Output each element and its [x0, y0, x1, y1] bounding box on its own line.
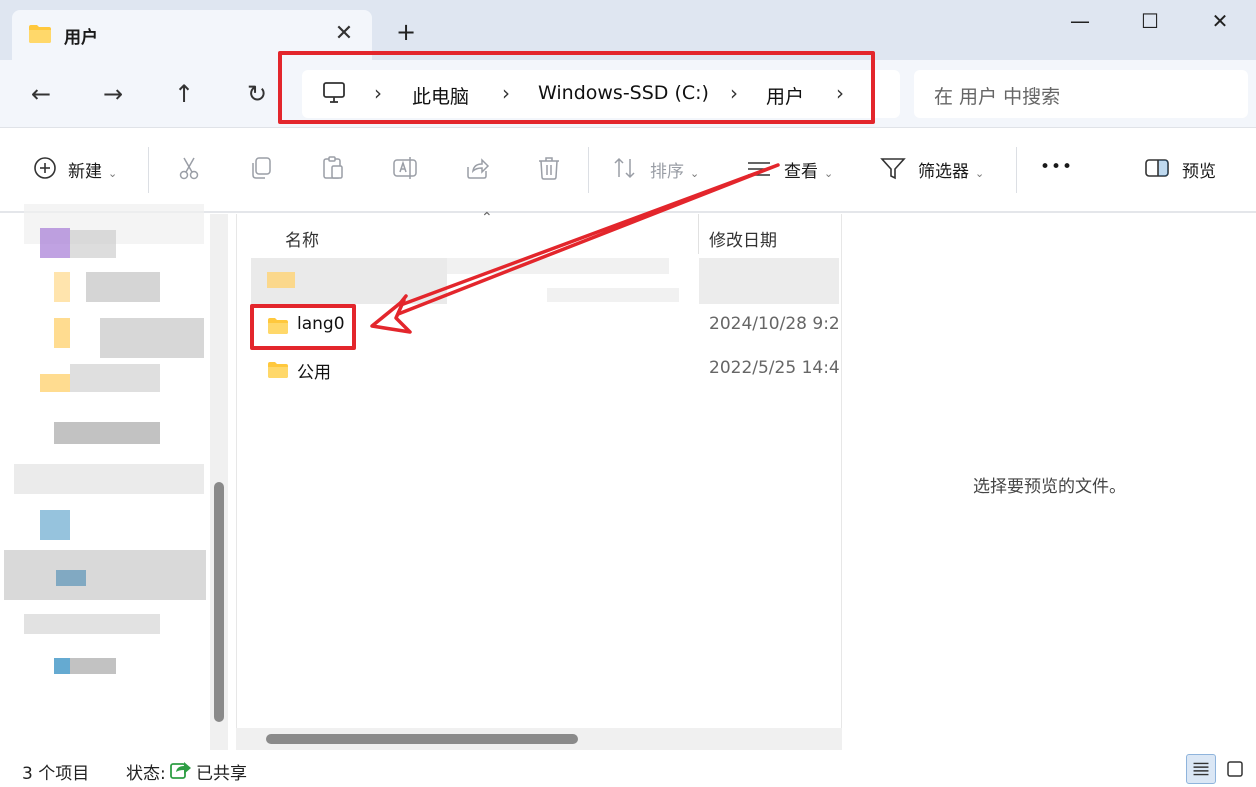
- share-icon[interactable]: [464, 155, 490, 181]
- redacted-nav-item: [54, 318, 70, 348]
- view-label: 查看: [784, 162, 818, 182]
- column-header-name[interactable]: 名称: [285, 226, 319, 251]
- up-button[interactable]: ↑: [167, 77, 201, 111]
- redacted-nav-item: [40, 374, 70, 392]
- file-name: 公用: [297, 363, 331, 383]
- preview-pane: 选择要预览的文件。: [843, 214, 1256, 750]
- status-label: 状态:: [126, 764, 166, 784]
- new-label: 新建: [68, 162, 102, 182]
- redacted-nav-item: [70, 364, 160, 392]
- filter-button[interactable]: 筛选器 ⌄: [918, 157, 984, 182]
- tab-title: 用户: [64, 28, 98, 48]
- cut-icon[interactable]: [176, 155, 202, 181]
- redacted-nav-item: [54, 272, 70, 302]
- divider: [588, 147, 589, 193]
- file-list-horizontal-scrollbar[interactable]: [236, 728, 842, 750]
- navigation-pane[interactable]: [0, 204, 236, 750]
- new-button[interactable]: 新建 ⌄: [68, 157, 117, 182]
- sort-ascending-icon: ⌃: [481, 210, 493, 226]
- rename-icon[interactable]: [392, 155, 418, 181]
- file-list[interactable]: ⌃ 名称 修改日期 lang0 2024/10/28 9:2 公用 2022/5…: [236, 210, 842, 750]
- plus-circle-icon: [34, 157, 56, 179]
- command-bar: 新建 ⌄ 排序 ⌄ 查看 ⌄ 筛选器 ⌄ ••• 预览: [0, 129, 1256, 213]
- search-placeholder: 在 用户 中搜索: [934, 86, 1061, 108]
- shared-icon: [170, 762, 191, 779]
- minimize-button[interactable]: —: [1056, 4, 1104, 38]
- redacted-file-row: [699, 258, 839, 304]
- sort-icon: [614, 157, 635, 179]
- more-options-icon[interactable]: •••: [1040, 157, 1073, 177]
- preview-empty-message: 选择要预览的文件。: [973, 477, 1126, 497]
- column-divider[interactable]: [698, 214, 699, 254]
- new-tab-button[interactable]: +: [392, 18, 420, 46]
- refresh-button[interactable]: ↻: [240, 77, 274, 111]
- filter-label: 筛选器: [918, 162, 969, 182]
- view-icon: [748, 162, 770, 176]
- redacted-nav-item: [54, 422, 160, 444]
- back-button[interactable]: ←: [24, 77, 58, 111]
- folder-icon: [268, 362, 288, 378]
- nav-scrollbar-thumb[interactable]: [214, 482, 224, 722]
- details-view-icon[interactable]: [1186, 754, 1216, 784]
- redacted-nav-item: [56, 570, 86, 586]
- redacted-nav-item: [100, 318, 204, 358]
- search-input[interactable]: 在 用户 中搜索: [914, 70, 1248, 118]
- folder-icon: [29, 25, 51, 43]
- file-modified-date: 2022/5/25 14:4: [709, 358, 840, 378]
- redacted-nav-item: [24, 614, 160, 634]
- redacted-nav-item: [14, 464, 204, 494]
- redacted-file-row: [547, 288, 679, 302]
- maximize-button[interactable]: ☐: [1126, 4, 1174, 38]
- redacted-nav-item: [54, 658, 70, 674]
- copy-icon[interactable]: [248, 155, 274, 181]
- annotation-highlight-folder: [250, 304, 356, 350]
- redacted-nav-item: [86, 272, 160, 302]
- list-item[interactable]: 公用 2022/5/25 14:4: [253, 350, 840, 388]
- preview-button[interactable]: 预览: [1182, 157, 1216, 182]
- paste-icon[interactable]: [320, 155, 346, 181]
- annotation-highlight-address: [278, 51, 875, 124]
- divider: [148, 147, 149, 193]
- redacted-nav-item: [70, 230, 116, 258]
- filter-icon: [880, 158, 906, 180]
- divider: [1016, 147, 1017, 193]
- shared-status: 已共享: [196, 764, 247, 784]
- close-window-button[interactable]: ✕: [1196, 4, 1244, 38]
- redacted-file-row: [447, 258, 669, 274]
- sort-button[interactable]: 排序 ⌄: [650, 157, 699, 182]
- item-count: 3 个项目: [22, 764, 90, 784]
- redacted-file-row: [267, 272, 295, 288]
- file-modified-date: 2024/10/28 9:2: [709, 314, 840, 334]
- forward-button[interactable]: →: [96, 77, 130, 111]
- sort-label: 排序: [650, 162, 684, 182]
- status-bar: 3 个项目 状态: 已共享: [0, 750, 1256, 787]
- tab-close-icon[interactable]: ✕: [330, 20, 358, 48]
- redacted-nav-item: [40, 228, 70, 258]
- horizontal-scrollbar-thumb[interactable]: [266, 734, 578, 744]
- trash-icon[interactable]: [536, 155, 562, 181]
- view-button[interactable]: 查看 ⌄: [784, 157, 833, 182]
- redacted-nav-item: [4, 550, 206, 600]
- preview-pane-icon: [1145, 159, 1169, 177]
- redacted-nav-item: [70, 658, 116, 674]
- column-header-modified[interactable]: 修改日期: [709, 226, 777, 251]
- nav-scrollbar[interactable]: [210, 214, 228, 750]
- redacted-nav-item: [40, 510, 70, 540]
- large-icons-view-icon[interactable]: [1220, 754, 1250, 784]
